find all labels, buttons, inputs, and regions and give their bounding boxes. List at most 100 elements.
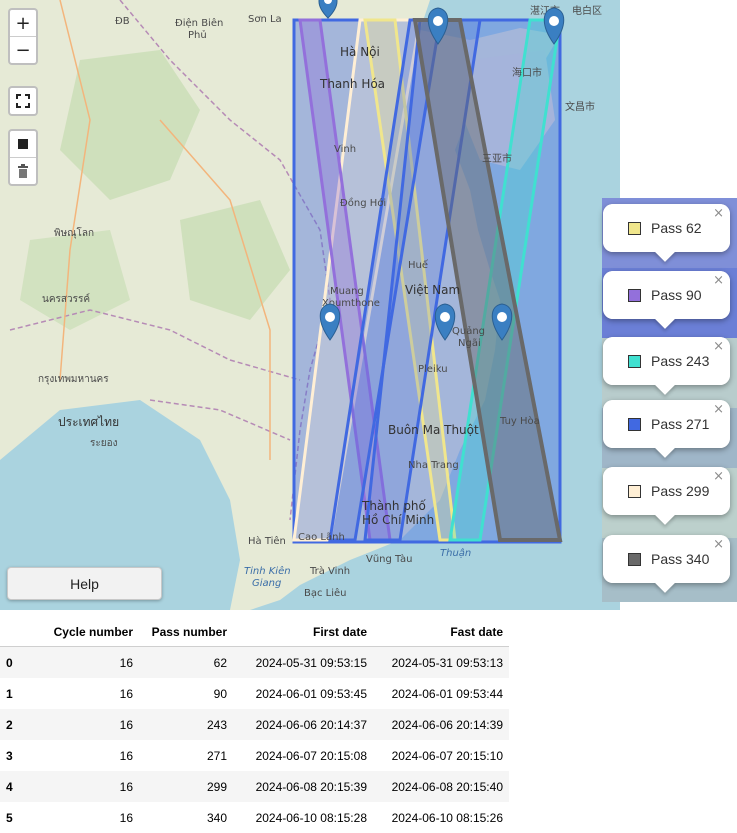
map-label: 文昌市	[565, 100, 595, 113]
map-canvas[interactable]: ĐB Điện Biên Phủ Sơn La Hà Nội 湛江市 电白区 海…	[0, 0, 620, 610]
help-button[interactable]: Help	[7, 567, 162, 600]
table-row: 5 16 340 2024-06-10 08:15:28 2024-06-10 …	[0, 802, 509, 833]
popup-pass-62[interactable]: Pass 62 ×	[603, 204, 730, 262]
column-header: Pass number	[139, 618, 233, 647]
column-header: First date	[233, 618, 373, 647]
color-swatch	[628, 354, 641, 368]
map-label: Vũng Tàu	[366, 553, 412, 565]
cell-first-date: 2024-06-01 09:53:45	[255, 686, 367, 701]
table-row: 1 16 90 2024-06-01 09:53:45 2024-06-01 0…	[0, 678, 509, 709]
row-index: 0	[6, 655, 13, 670]
cell-pass: 299	[206, 779, 227, 794]
map-label: Muang	[330, 286, 364, 297]
cell-pass: 243	[206, 717, 227, 732]
popup-label: Pass 299	[651, 483, 710, 499]
cell-cycle: 16	[119, 748, 133, 763]
cell-cycle: 16	[119, 686, 133, 701]
cell-fast-date: 2024-06-01 09:53:44	[391, 686, 503, 701]
column-header: Cycle number	[32, 618, 139, 647]
fullscreen-button[interactable]	[10, 88, 36, 114]
cell-pass: 271	[206, 748, 227, 763]
map-label: Thanh Hóa	[319, 77, 385, 91]
table-row: 0 16 62 2024-05-31 09:53:15 2024-05-31 0…	[0, 646, 509, 678]
map-label: ĐB	[115, 16, 130, 27]
map-label: กรุงเทพมหานคร	[38, 374, 109, 385]
table-row: 2 16 243 2024-06-06 20:14:37 2024-06-06 …	[0, 709, 509, 740]
close-icon[interactable]: ×	[713, 206, 724, 221]
popup-label: Pass 243	[651, 353, 710, 369]
map-label: 海口市	[512, 66, 542, 79]
map-label: Ngãi	[458, 338, 481, 349]
map-label: Hồ Chí Minh	[362, 513, 434, 527]
popup-pass-299[interactable]: Pass 299 ×	[603, 467, 730, 525]
color-swatch	[628, 288, 641, 302]
close-icon[interactable]: ×	[713, 469, 724, 484]
cell-first-date: 2024-06-08 20:15:39	[255, 779, 367, 794]
popup-pass-243[interactable]: Pass 243 ×	[603, 337, 730, 395]
cell-first-date: 2024-05-31 09:53:15	[255, 655, 367, 670]
map-label: Cao Lãnh	[298, 532, 345, 543]
cell-fast-date: 2024-06-06 20:14:39	[391, 717, 503, 732]
cell-fast-date: 2024-06-07 20:15:10	[391, 748, 503, 763]
map-label: Trà Vinh	[309, 565, 350, 577]
close-icon[interactable]: ×	[713, 339, 724, 354]
cell-fast-date: 2024-06-08 20:15:40	[391, 779, 503, 794]
map-label: 三亚市	[482, 152, 512, 165]
close-icon[interactable]: ×	[713, 273, 724, 288]
close-icon[interactable]: ×	[713, 402, 724, 417]
index-header	[0, 618, 32, 647]
cell-pass: 340	[206, 810, 227, 825]
color-swatch	[628, 417, 641, 431]
map-label: พิษณุโลก	[54, 226, 94, 239]
map-label: Nha Trang	[408, 460, 459, 471]
close-icon[interactable]: ×	[713, 537, 724, 552]
table-row: 4 16 299 2024-06-08 20:15:39 2024-06-08 …	[0, 771, 509, 802]
draw-rectangle-button[interactable]	[10, 131, 36, 157]
map-label: Pleiku	[418, 364, 448, 375]
color-swatch	[628, 484, 641, 498]
popup-label: Pass 271	[651, 416, 710, 432]
map-label: Giang	[252, 578, 281, 589]
map-label: ระยอง	[90, 438, 118, 449]
cell-fast-date: 2024-05-31 09:53:13	[391, 655, 503, 670]
popup-pass-90[interactable]: Pass 90 ×	[603, 271, 730, 329]
table-header-row: Cycle number Pass number First date Fast…	[0, 618, 509, 647]
zoom-out-button[interactable]: −	[10, 36, 36, 63]
cell-pass: 90	[213, 686, 227, 701]
color-swatch	[628, 221, 641, 235]
row-index: 3	[6, 748, 13, 763]
map-label: Thành phố	[361, 499, 427, 513]
map-label: Sơn La	[248, 14, 282, 25]
popup-label: Pass 340	[651, 551, 710, 567]
cell-pass: 62	[213, 655, 227, 670]
map-label: Tinh Kiên	[244, 565, 291, 577]
map-label: Thuận	[440, 547, 471, 559]
map-label: Buôn Ma Thuột	[388, 423, 479, 437]
popup-label: Pass 90	[651, 287, 702, 303]
map-label: Việt Nam	[405, 283, 460, 297]
map-view[interactable]: ĐB Điện Biên Phủ Sơn La Hà Nội 湛江市 电白区 海…	[0, 0, 620, 610]
fullscreen-control	[8, 86, 38, 116]
trash-icon	[18, 164, 28, 178]
zoom-in-button[interactable]: +	[10, 10, 36, 36]
map-label: Quảng	[452, 325, 485, 337]
popup-pass-340[interactable]: Pass 340 ×	[603, 535, 730, 593]
delete-layers-button[interactable]	[10, 157, 36, 184]
cell-cycle: 16	[119, 810, 133, 825]
color-swatch	[628, 552, 641, 566]
map-label: Hà Nội	[340, 45, 380, 59]
fullscreen-icon	[16, 94, 30, 108]
cell-fast-date: 2024-06-10 08:15:26	[391, 810, 503, 825]
cell-first-date: 2024-06-10 08:15:28	[255, 810, 367, 825]
map-label: Tuy Hòa	[499, 415, 540, 427]
map-label: นครสวรรค์	[42, 293, 90, 305]
map-label: Đồng Hới	[340, 197, 386, 209]
map-label: Phủ	[188, 29, 207, 41]
row-index: 5	[6, 810, 13, 825]
map-label: Vinh	[334, 144, 356, 155]
map-label: Hà Tiên	[248, 535, 286, 547]
popup-pass-271[interactable]: Pass 271 ×	[603, 400, 730, 458]
map-label: 电白区	[572, 4, 602, 17]
map-label: Điện Biên	[175, 17, 223, 29]
table-row: 3 16 271 2024-06-07 20:15:08 2024-06-07 …	[0, 740, 509, 771]
